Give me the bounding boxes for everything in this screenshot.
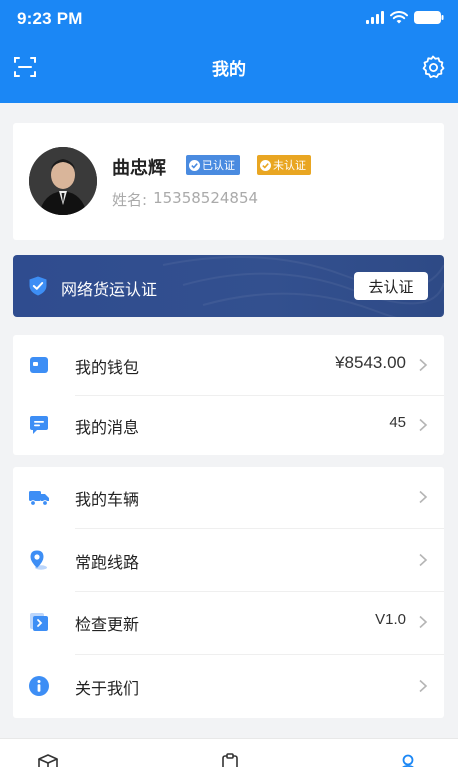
- status-time: 9:23 PM: [17, 9, 83, 28]
- chevron-right-icon: [419, 418, 428, 432]
- phone-label: 姓名:: [112, 191, 148, 209]
- gear-icon: [422, 55, 445, 79]
- avatar-photo: [29, 147, 97, 215]
- check-icon: [260, 159, 271, 171]
- divider: [75, 528, 444, 529]
- title-bar: 我的: [0, 46, 458, 86]
- menu-item-vehicles[interactable]: 我的车辆: [13, 467, 444, 528]
- settings-button[interactable]: [420, 54, 446, 80]
- status-icons: [366, 11, 444, 24]
- phone-number: 15358524854: [153, 189, 259, 207]
- menu-item-label: 我的消息: [75, 418, 140, 437]
- go-certify-button[interactable]: 去认证: [354, 272, 428, 300]
- shield-check-icon: [29, 276, 47, 296]
- page-title: 我的: [212, 60, 246, 80]
- menu-group-settings: 我的车辆 常跑线路 检查更新 V1.0 关于我们: [13, 467, 444, 718]
- menu-item-label: 我的车辆: [75, 490, 140, 509]
- menu-item-routes[interactable]: 常跑线路: [13, 530, 444, 591]
- unverified-badge: 未认证: [257, 155, 311, 175]
- wifi-icon: [390, 11, 408, 24]
- app-header: 9:23 PM 我的: [0, 0, 458, 103]
- divider: [75, 654, 444, 655]
- chevron-right-icon: [419, 490, 428, 504]
- message-count: 45: [389, 414, 406, 431]
- menu-item-wallet[interactable]: 我的钱包 ¥8543.00: [13, 335, 444, 396]
- message-icon: [30, 416, 48, 434]
- chevron-right-icon: [419, 358, 428, 372]
- user-name: 曲忠辉: [112, 158, 166, 179]
- bottom-tab-bar: [0, 738, 458, 767]
- phone-line: 姓名: 15358524854: [112, 189, 258, 210]
- chevron-right-icon: [419, 615, 428, 629]
- wallet-balance: ¥8543.00: [335, 353, 406, 372]
- chevron-right-icon: [419, 553, 428, 567]
- menu-item-label: 检查更新: [75, 615, 140, 634]
- user-icon[interactable]: [396, 753, 420, 767]
- freight-certification-banner[interactable]: 网络货运认证 去认证: [13, 255, 444, 317]
- package-icon[interactable]: [36, 753, 60, 767]
- info-icon: [29, 676, 49, 696]
- status-bar: 9:23 PM: [0, 0, 458, 38]
- app-version: V1.0: [375, 611, 406, 628]
- menu-group-wallet: 我的钱包 ¥8543.00 我的消息 45: [13, 335, 444, 455]
- chevron-right-icon: [419, 679, 428, 693]
- unverified-badge-label: 未认证: [273, 159, 306, 172]
- avatar[interactable]: [29, 147, 97, 215]
- clipboard-icon[interactable]: [218, 753, 242, 767]
- profile-card[interactable]: 曲忠辉 已认证 未认证 姓名: 15358524854: [13, 123, 444, 240]
- update-icon: [30, 613, 48, 631]
- menu-item-messages[interactable]: 我的消息 45: [13, 395, 444, 456]
- menu-item-about[interactable]: 关于我们: [13, 656, 444, 717]
- menu-item-label: 我的钱包: [75, 358, 140, 377]
- banner-text: 网络货运认证: [61, 280, 158, 299]
- verified-badge-label: 已认证: [202, 159, 235, 172]
- verified-badge: 已认证: [186, 155, 240, 175]
- truck-icon: [29, 491, 49, 506]
- menu-item-label: 常跑线路: [75, 553, 140, 572]
- signal-icon: [366, 11, 384, 24]
- location-pin-icon: [30, 550, 47, 570]
- menu-item-check-update[interactable]: 检查更新 V1.0: [13, 592, 444, 653]
- check-icon: [189, 159, 200, 171]
- menu-item-label: 关于我们: [75, 679, 140, 698]
- wallet-icon: [30, 357, 48, 373]
- battery-icon: [414, 11, 444, 24]
